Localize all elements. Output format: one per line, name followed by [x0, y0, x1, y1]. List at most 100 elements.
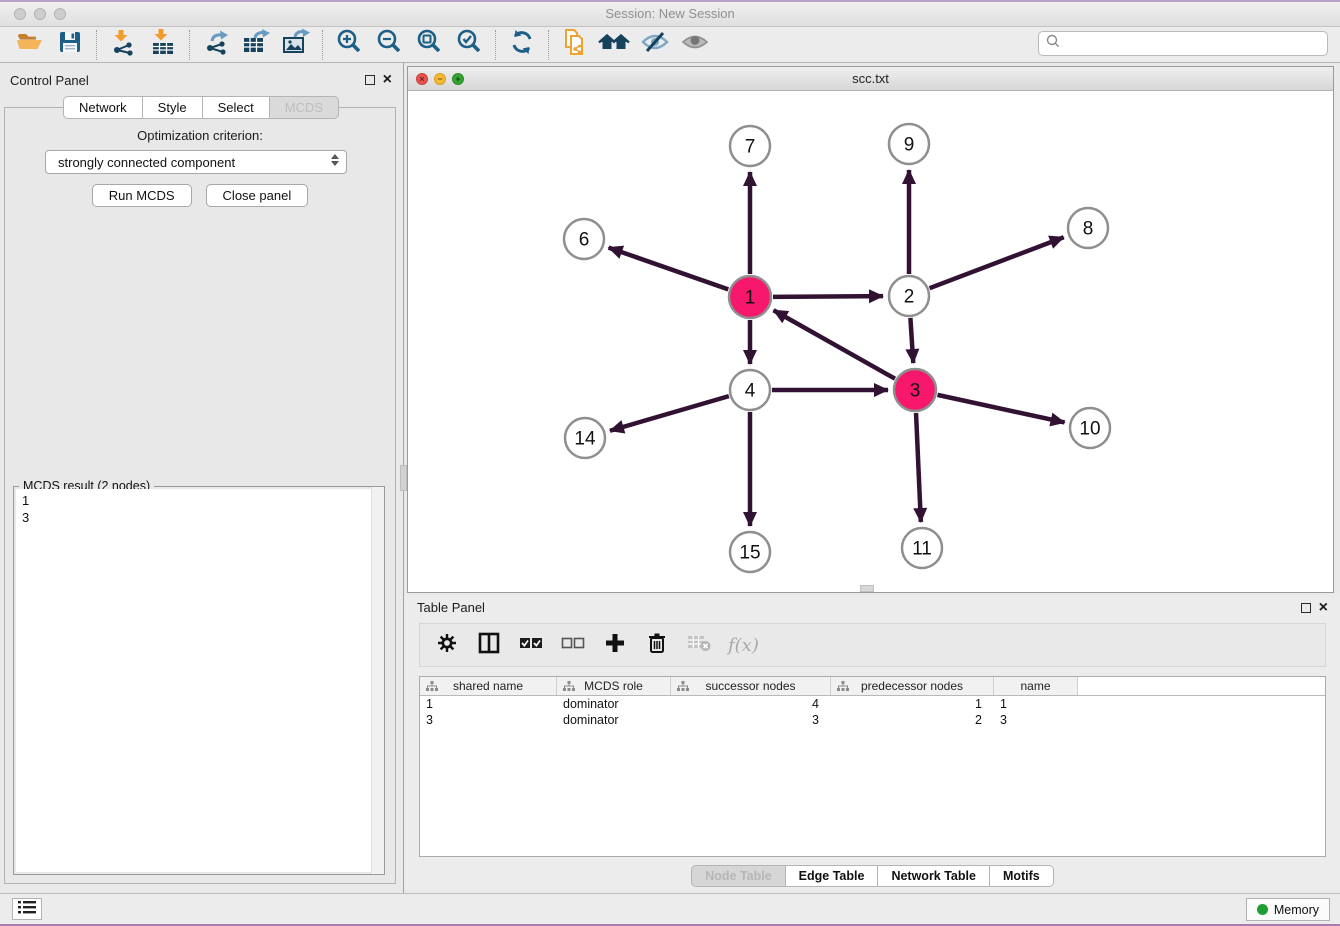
graph-edge-4-14[interactable] [610, 396, 729, 431]
zoom-selected-button[interactable] [449, 29, 489, 61]
import-table-button[interactable] [143, 29, 183, 61]
canvas-resize-handle[interactable] [860, 585, 874, 592]
tab-motifs[interactable]: Motifs [990, 865, 1054, 887]
tab-mcds[interactable]: MCDS [270, 96, 339, 119]
copy-network-icon [560, 27, 590, 62]
graph-node-4[interactable]: 4 [730, 370, 770, 410]
column-header-name[interactable]: name [994, 677, 1078, 695]
table-cell[interactable]: 3 [420, 712, 557, 728]
graph-edge-1-6[interactable] [609, 248, 729, 290]
graph-edge-2-8[interactable] [930, 237, 1064, 288]
table-cell[interactable]: 3 [671, 712, 831, 728]
table-settings-button[interactable] [434, 632, 460, 658]
export-network-button[interactable] [196, 29, 236, 61]
criterion-select[interactable]: strongly connected component [45, 150, 347, 174]
tab-edge-table[interactable]: Edge Table [786, 865, 879, 887]
svg-text:3: 3 [910, 381, 921, 402]
table-cell[interactable]: 1 [420, 696, 557, 712]
toolbar-separator [189, 30, 190, 60]
graph-edge-3-10[interactable] [937, 395, 1064, 423]
status-bar: Memory [0, 893, 1340, 924]
export-image-button[interactable] [276, 29, 316, 61]
optimization-criterion-label: Optimization criterion: [5, 128, 395, 143]
svg-text:6: 6 [579, 230, 590, 251]
copy-network-button[interactable] [555, 29, 595, 61]
graph-node-11[interactable]: 11 [902, 528, 942, 568]
network-window-titlebar[interactable]: × − + scc.txt [408, 67, 1333, 91]
svg-text:15: 15 [739, 543, 760, 564]
search-input[interactable] [1061, 36, 1327, 51]
graph-node-14[interactable]: 14 [565, 418, 605, 458]
unchecked-boxes-icon [561, 636, 585, 655]
show-details-button[interactable] [675, 29, 715, 61]
column-header-successor-nodes[interactable]: successor nodes [671, 677, 831, 695]
close-panel-button[interactable]: Close panel [206, 184, 309, 207]
select-all-columns-button[interactable] [518, 632, 544, 658]
graph-edge-2-3[interactable] [910, 318, 913, 363]
graph-edge-3-1[interactable] [774, 310, 895, 378]
graph-node-2[interactable]: 2 [889, 276, 929, 316]
result-scrollbar[interactable] [371, 487, 384, 874]
memory-button[interactable]: Memory [1246, 898, 1330, 921]
tree-sort-icon [563, 681, 575, 695]
network-window-title: scc.txt [408, 71, 1333, 86]
zoom-fit-button[interactable] [409, 29, 449, 61]
toolbar-separator [96, 30, 97, 60]
toolbar-separator [548, 30, 549, 60]
column-header-predecessor-nodes[interactable]: predecessor nodes [831, 677, 994, 695]
show-columns-button[interactable] [476, 632, 502, 658]
table-cell[interactable]: 3 [994, 712, 1078, 728]
graph-node-9[interactable]: 9 [889, 124, 929, 164]
search-field[interactable] [1038, 31, 1328, 56]
refresh-layout-button[interactable] [502, 29, 542, 61]
run-mcds-button[interactable]: Run MCDS [92, 184, 192, 207]
refresh-icon [508, 28, 536, 61]
export-table-button[interactable] [236, 29, 276, 61]
column-header-mcds-role[interactable]: MCDS role [557, 677, 671, 695]
graph-node-10[interactable]: 10 [1070, 408, 1110, 448]
table-cell[interactable]: dominator [557, 712, 671, 728]
float-panel-icon[interactable] [365, 75, 375, 85]
table-cell[interactable]: 2 [831, 712, 994, 728]
open-session-button[interactable] [10, 29, 50, 61]
delete-column-button[interactable] [644, 632, 670, 658]
tab-select[interactable]: Select [203, 96, 270, 119]
graph-node-1[interactable]: 1 [729, 276, 771, 318]
control-panel-title: Control Panel [10, 73, 89, 88]
table-cell[interactable]: 4 [671, 696, 831, 712]
tab-node-table[interactable]: Node Table [691, 865, 785, 887]
graph-edge-1-2[interactable] [773, 296, 883, 297]
splitter-handle[interactable] [400, 465, 407, 491]
zoom-in-button[interactable] [329, 29, 369, 61]
graph-node-8[interactable]: 8 [1068, 208, 1108, 248]
home-networks-button[interactable] [595, 29, 635, 61]
close-table-panel-icon[interactable]: × [1319, 603, 1328, 613]
table-cell[interactable]: 1 [994, 696, 1078, 712]
graph-node-3[interactable]: 3 [894, 369, 936, 411]
add-column-button[interactable] [602, 632, 628, 658]
zoom-out-button[interactable] [369, 29, 409, 61]
task-history-button[interactable] [12, 898, 42, 920]
table-row[interactable]: 3dominator323 [420, 712, 1325, 728]
column-header-shared-name[interactable]: shared name [420, 677, 557, 695]
close-panel-icon[interactable]: × [383, 75, 392, 85]
table-cell[interactable]: 1 [831, 696, 994, 712]
network-canvas[interactable]: 7 9 6 8 1 2 4 3 14 10 15 11 [408, 91, 1333, 592]
deselect-all-columns-button[interactable] [560, 632, 586, 658]
graph-node-6[interactable]: 6 [564, 219, 604, 259]
tab-network[interactable]: Network [63, 96, 143, 119]
save-session-button[interactable] [50, 29, 90, 61]
import-network-button[interactable] [103, 29, 143, 61]
tab-style[interactable]: Style [143, 96, 203, 119]
graph-node-7[interactable]: 7 [730, 126, 770, 166]
table-row[interactable]: 1dominator411 [420, 696, 1325, 712]
function-builder-button: f(x) [728, 635, 759, 656]
hide-details-button[interactable] [635, 29, 675, 61]
tab-network-table[interactable]: Network Table [878, 865, 990, 887]
table-cell[interactable]: dominator [557, 696, 671, 712]
control-panel-tabs: NetworkStyleSelectMCDS [0, 96, 402, 119]
graph-edge-3-11[interactable] [916, 413, 921, 522]
graph-node-15[interactable]: 15 [730, 532, 770, 572]
mcds-result-list[interactable]: 13 [16, 489, 382, 872]
float-table-panel-icon[interactable] [1301, 603, 1311, 613]
